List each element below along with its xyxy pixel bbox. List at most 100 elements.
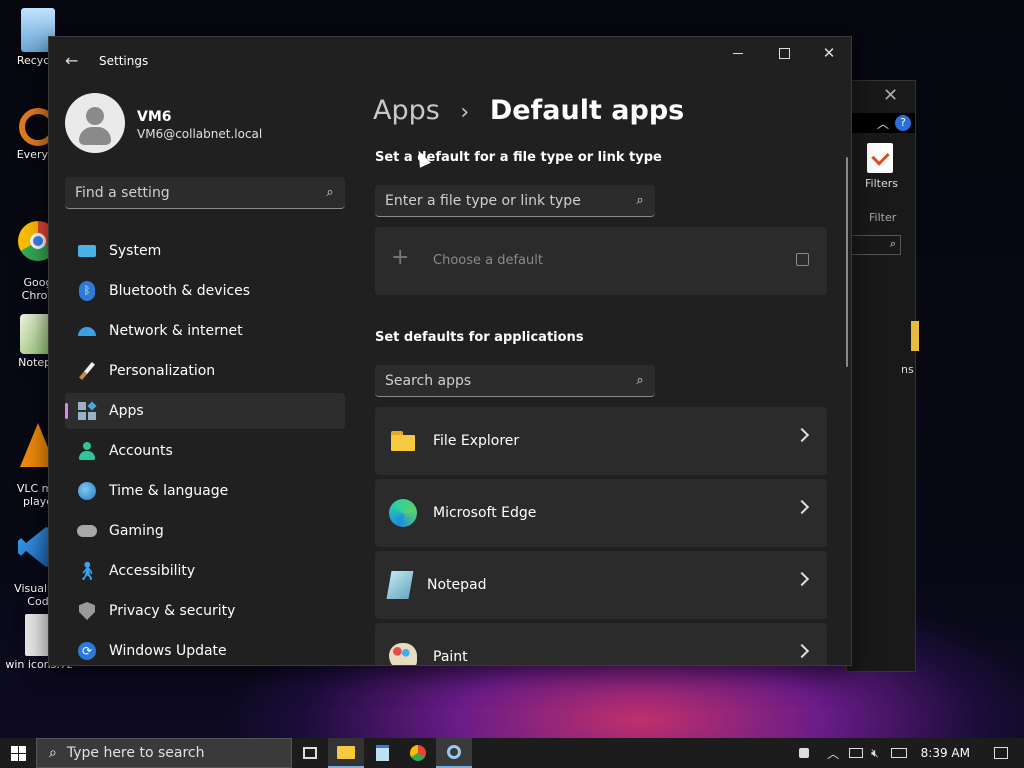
filters-icon <box>867 143 893 173</box>
minimize-icon <box>733 53 743 54</box>
search-icon: ⌕ <box>326 185 334 200</box>
chrome-icon <box>410 745 426 761</box>
task-view-button[interactable] <box>292 738 328 768</box>
choose-default-label: Choose a default <box>433 253 543 268</box>
taskbar-file-explorer[interactable] <box>328 738 364 768</box>
nav-item-time-language[interactable]: Time & language <box>65 473 345 509</box>
accessibility-icon: 🚶︎ <box>75 560 99 582</box>
update-icon: ⟳ <box>77 641 97 661</box>
nav-item-personalization[interactable]: Personalization <box>65 353 345 389</box>
monitor-icon <box>77 241 97 261</box>
paint-icon <box>389 643 417 665</box>
app-name: Paint <box>433 649 468 665</box>
close-icon[interactable]: ✕ <box>883 85 898 106</box>
nav-item-label: Privacy & security <box>109 603 236 619</box>
nav-item-label: Personalization <box>109 363 216 379</box>
nav-item-apps[interactable]: Apps <box>65 393 345 429</box>
globe-clock-icon <box>77 481 97 501</box>
taskbar-chrome[interactable] <box>400 738 436 768</box>
nav-item-accounts[interactable]: Accounts <box>65 433 345 469</box>
shield-icon <box>77 601 97 621</box>
app-name: Microsoft Edge <box>433 505 537 521</box>
open-external-icon <box>796 253 809 266</box>
nav-item-accessibility[interactable]: 🚶︎ Accessibility <box>65 553 345 589</box>
app-row-microsoft-edge[interactable]: Microsoft Edge <box>375 479 827 547</box>
search-field[interactable]: ⌕ <box>847 235 901 255</box>
meet-now-icon[interactable] <box>799 748 810 758</box>
search-icon: ⌕ <box>49 745 57 761</box>
paintbrush-icon <box>77 361 97 381</box>
maximize-button[interactable] <box>773 45 797 65</box>
breadcrumb-separator-icon: › <box>460 100 470 125</box>
filter-group-label: Filter <box>869 211 897 224</box>
background-explorer-window[interactable]: ✕ ︿ ? Filters Filter ⌕ ns <box>846 80 919 672</box>
app-row-paint[interactable]: Paint <box>375 623 827 665</box>
nav-item-system[interactable]: System <box>65 233 345 269</box>
nav-item-label: Accessibility <box>109 563 196 579</box>
app-name: Notepad <box>427 577 487 593</box>
volume-muted-icon[interactable]: 🔇︎ <box>871 746 879 761</box>
apps-section-heading: Set defaults for applications <box>375 330 584 345</box>
nav-item-privacy-security[interactable]: Privacy & security <box>65 593 345 629</box>
content-scrollbar[interactable] <box>846 157 848 367</box>
page-title: Default apps <box>489 95 685 126</box>
close-icon: ✕ <box>822 44 836 62</box>
user-avatar[interactable] <box>65 93 125 153</box>
maximize-icon <box>779 48 790 59</box>
nav-item-label: Time & language <box>109 483 229 499</box>
taskbar-notepad[interactable] <box>364 738 400 768</box>
gear-icon <box>447 745 461 759</box>
close-button[interactable]: ✕ <box>817 41 841 65</box>
taskbar-search-box[interactable]: ⌕ Type here to search <box>36 738 292 768</box>
taskbar-settings[interactable] <box>436 738 472 768</box>
nav-item-network[interactable]: Network & internet <box>65 313 345 349</box>
search-apps-input[interactable]: Search apps ⌕ <box>375 365 655 397</box>
app-row-notepad[interactable]: Notepad <box>375 551 827 619</box>
user-name: VM6 <box>137 109 172 125</box>
network-icon[interactable] <box>849 748 864 758</box>
clock-time[interactable]: 8:39 AM <box>921 746 970 760</box>
gamepad-icon <box>77 521 97 541</box>
folder-icon <box>337 745 355 759</box>
nav-item-gaming[interactable]: Gaming <box>65 513 345 549</box>
help-icon[interactable]: ? <box>895 115 911 131</box>
title-bar[interactable]: ← Settings ✕ <box>49 37 851 85</box>
filters-label[interactable]: Filters <box>865 177 898 190</box>
notepad-icon <box>375 745 389 761</box>
nav-item-bluetooth[interactable]: ᛒ Bluetooth & devices <box>65 273 345 309</box>
minimize-button[interactable] <box>727 45 751 65</box>
choose-default-card[interactable]: + Choose a default <box>375 227 827 295</box>
folder-icon <box>911 321 919 351</box>
taskbar-search-placeholder: Type here to search <box>66 745 205 761</box>
breadcrumb: Apps › Default apps <box>373 95 684 126</box>
settings-window[interactable]: ← Settings ✕ VM6 VM6@collabnet.local Fin… <box>48 36 852 666</box>
app-name: File Explorer <box>433 433 520 449</box>
apps-icon <box>77 401 97 421</box>
find-setting-input[interactable]: Find a setting ⌕ <box>65 177 345 209</box>
file-type-input[interactable]: Enter a file type or link type ⌕ <box>375 185 655 217</box>
search-icon: ⌕ <box>636 193 644 208</box>
notification-icon[interactable] <box>994 747 1008 759</box>
chevron-right-icon <box>794 427 810 443</box>
keyboard-icon[interactable] <box>890 748 907 758</box>
back-arrow-icon[interactable]: ← <box>65 51 78 70</box>
breadcrumb-parent[interactable]: Apps <box>373 95 440 126</box>
find-setting-placeholder: Find a setting <box>75 184 170 201</box>
nav-item-label: Windows Update <box>109 643 227 659</box>
taskbar: ⌕ Type here to search ︿ 🔇︎ 8:39 AM <box>0 738 1024 768</box>
chevron-up-icon[interactable]: ︿ <box>827 745 839 762</box>
nav-item-label: Network & internet <box>109 323 243 339</box>
nav-item-label: Bluetooth & devices <box>109 283 251 299</box>
chevron-up-icon[interactable]: ︿ <box>877 115 889 132</box>
nav-item-windows-update[interactable]: ⟳ Windows Update <box>65 633 345 665</box>
chevron-right-icon <box>794 643 810 659</box>
window-title: Settings <box>99 54 149 68</box>
app-row-file-explorer[interactable]: File Explorer <box>375 407 827 475</box>
plus-icon: + <box>391 245 410 270</box>
search-apps-placeholder: Search apps <box>385 372 472 389</box>
folder-icon <box>389 427 417 455</box>
search-icon: ⌕ <box>889 237 896 250</box>
chevron-right-icon <box>794 571 810 587</box>
user-email: VM6@collabnet.local <box>137 127 263 141</box>
start-button[interactable] <box>0 738 36 768</box>
